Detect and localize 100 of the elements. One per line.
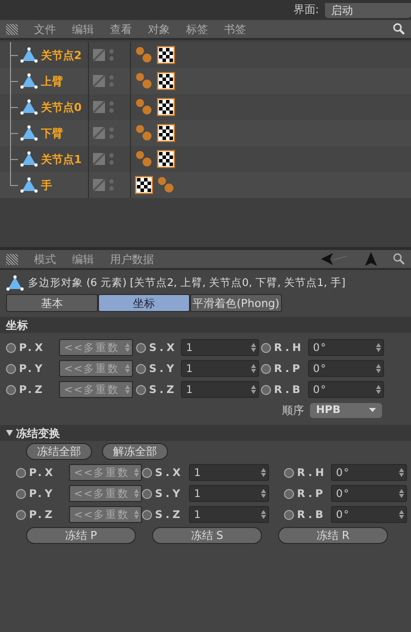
- radio-button[interactable]: [6, 384, 16, 394]
- object-name[interactable]: 关节点0: [41, 100, 82, 114]
- spinner-arrows-icon[interactable]: [399, 468, 404, 477]
- number-field[interactable]: 1: [181, 360, 259, 377]
- menu-item[interactable]: 编辑: [72, 252, 94, 266]
- freeze-button[interactable]: 冻结 P: [26, 527, 136, 544]
- texture-tag-icon[interactable]: [135, 176, 153, 194]
- number-field[interactable]: <<多重数: [59, 339, 133, 356]
- spinner-arrows-icon[interactable]: [399, 489, 404, 498]
- radio-button[interactable]: [284, 468, 294, 478]
- menu-item[interactable]: 书签: [224, 22, 246, 36]
- section-header: 坐标: [0, 317, 411, 333]
- radio-button[interactable]: [16, 468, 26, 478]
- spinner-arrows-icon[interactable]: [261, 468, 266, 477]
- radio-button[interactable]: [16, 510, 26, 520]
- search-icon[interactable]: [393, 23, 405, 35]
- freeze-button[interactable]: 冻结全部: [26, 443, 92, 460]
- texture-tag-icon[interactable]: [157, 124, 175, 142]
- tab[interactable]: 平滑着色(Phong): [190, 294, 282, 312]
- radio-button[interactable]: [142, 510, 152, 520]
- texture-tag-icon[interactable]: [157, 72, 175, 90]
- object-name[interactable]: 关节点1: [41, 152, 82, 166]
- texture-tag-icon[interactable]: [157, 46, 175, 64]
- spinner-arrows-icon[interactable]: [376, 364, 381, 373]
- visibility-dots-icon[interactable]: [109, 101, 114, 113]
- tab[interactable]: 坐标: [98, 294, 190, 312]
- radio-button[interactable]: [6, 342, 16, 352]
- grip-icon[interactable]: [6, 254, 18, 264]
- number-field[interactable]: 1: [189, 506, 269, 523]
- grip-icon[interactable]: [6, 24, 18, 34]
- number-field[interactable]: <<多重数: [59, 360, 133, 377]
- radio-button[interactable]: [136, 384, 146, 394]
- menu-item[interactable]: 编辑: [72, 22, 94, 36]
- object-name[interactable]: 下臂: [41, 126, 63, 140]
- number-field[interactable]: <<多重数: [69, 506, 142, 523]
- radio-button[interactable]: [136, 342, 146, 352]
- number-field[interactable]: <<多重数: [69, 485, 142, 502]
- spinner-arrows-icon[interactable]: [376, 343, 381, 352]
- radio-button[interactable]: [6, 364, 16, 374]
- object-name[interactable]: 手: [41, 178, 52, 192]
- visibility-dots-icon[interactable]: [109, 179, 114, 191]
- search-icon[interactable]: [393, 253, 405, 265]
- menu-item[interactable]: 查看: [110, 22, 132, 36]
- number-field[interactable]: <<多重数: [69, 464, 142, 481]
- spinner-arrows-icon[interactable]: [261, 510, 266, 519]
- radio-button[interactable]: [136, 364, 146, 374]
- expand-caret-icon[interactable]: [6, 430, 13, 436]
- spinner-arrows-icon[interactable]: [251, 343, 256, 352]
- order-dropdown[interactable]: HPB: [310, 402, 382, 418]
- radio-button[interactable]: [261, 364, 271, 374]
- number-field[interactable]: 1: [181, 381, 259, 398]
- number-field[interactable]: 1: [181, 339, 259, 356]
- spinner-arrows-icon[interactable]: [251, 364, 256, 373]
- number-field[interactable]: 0°: [331, 485, 407, 502]
- number-field[interactable]: 0°: [308, 360, 384, 377]
- field-label: P.Z: [28, 508, 56, 520]
- radio-button[interactable]: [284, 488, 294, 498]
- field-label: S.Z: [148, 384, 178, 396]
- number-field[interactable]: 1: [189, 464, 269, 481]
- visibility-dots-icon[interactable]: [109, 153, 114, 165]
- radio-button[interactable]: [142, 468, 152, 478]
- object-name[interactable]: 关节点2: [41, 48, 82, 62]
- freeze-button[interactable]: 冻结 R: [278, 527, 388, 544]
- number-field[interactable]: 0°: [308, 339, 384, 356]
- texture-tag-icon[interactable]: [157, 98, 175, 116]
- number-field[interactable]: 0°: [308, 381, 384, 398]
- menu-item[interactable]: 标签: [186, 22, 208, 36]
- number-field[interactable]: <<多重数: [59, 381, 133, 398]
- menu-item[interactable]: 对象: [148, 22, 170, 36]
- tab[interactable]: 基本: [6, 294, 98, 312]
- freeze-button[interactable]: 解冻全部: [102, 443, 168, 460]
- visibility-dots-icon[interactable]: [109, 49, 114, 61]
- section-header[interactable]: 冻结变换: [0, 425, 411, 441]
- spinner-arrows-icon[interactable]: [261, 489, 266, 498]
- number-field[interactable]: 1: [189, 485, 269, 502]
- spinner-arrows-icon[interactable]: [399, 510, 404, 519]
- object-name[interactable]: 上臂: [41, 74, 63, 88]
- radio-button[interactable]: [142, 488, 152, 498]
- menu-item[interactable]: 文件: [34, 22, 56, 36]
- back-arrow-icon[interactable]: [321, 253, 349, 265]
- visibility-dots-icon[interactable]: [109, 127, 114, 139]
- number-field[interactable]: 0°: [331, 464, 407, 481]
- freeze-button[interactable]: 冻结 S: [152, 527, 262, 544]
- menu-item[interactable]: 用户数据: [110, 252, 154, 266]
- visibility-dots-icon[interactable]: [109, 75, 114, 87]
- dropdown-caret-icon: [369, 408, 376, 412]
- texture-tag-icon[interactable]: [157, 150, 175, 168]
- number-field[interactable]: 0°: [331, 506, 407, 523]
- up-arrow-icon[interactable]: [365, 252, 377, 266]
- radio-button[interactable]: [16, 488, 26, 498]
- radio-button[interactable]: [261, 342, 271, 352]
- interface-dropdown[interactable]: 启动: [325, 2, 411, 18]
- radio-button[interactable]: [284, 510, 294, 520]
- spinner-arrows-icon[interactable]: [376, 385, 381, 394]
- menu-item[interactable]: 模式: [34, 252, 56, 266]
- spinner-arrows-icon[interactable]: [251, 385, 256, 394]
- radio-button[interactable]: [261, 384, 271, 394]
- field-label: S.Z: [154, 508, 184, 520]
- polygon-object-icon: [6, 275, 24, 291]
- tree-line: [8, 120, 20, 146]
